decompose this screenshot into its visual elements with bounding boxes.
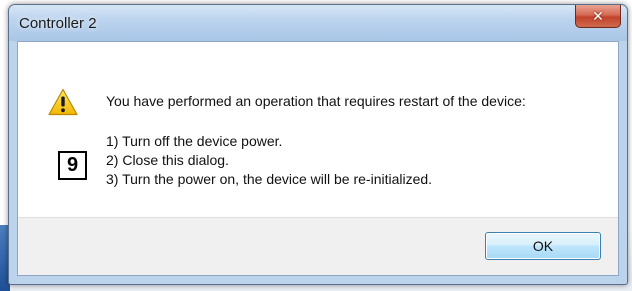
dialog-client-area: You have performed an operation that req… bbox=[17, 41, 619, 276]
instruction-step: 3) Turn the power on, the device will be… bbox=[106, 171, 433, 187]
dialog-message: You have performed an operation that req… bbox=[106, 93, 526, 109]
ok-button[interactable]: OK bbox=[485, 232, 601, 260]
close-button[interactable]: ✕ bbox=[575, 5, 621, 28]
title-bar[interactable]: Controller 2 ✕ bbox=[9, 5, 627, 41]
button-bar: OK bbox=[18, 217, 618, 275]
instruction-list: 1) Turn off the device power. 2) Close t… bbox=[106, 132, 432, 189]
dialog-window: Controller 2 ✕ You have performed an ope… bbox=[8, 4, 628, 285]
number-badge: 9 bbox=[58, 151, 87, 180]
close-icon: ✕ bbox=[592, 8, 604, 24]
instruction-step: 2) Close this dialog. bbox=[106, 152, 229, 168]
message-area: You have performed an operation that req… bbox=[18, 42, 618, 220]
warning-icon bbox=[48, 88, 78, 116]
window-title: Controller 2 bbox=[19, 15, 97, 32]
instruction-step: 1) Turn off the device power. bbox=[106, 133, 283, 149]
